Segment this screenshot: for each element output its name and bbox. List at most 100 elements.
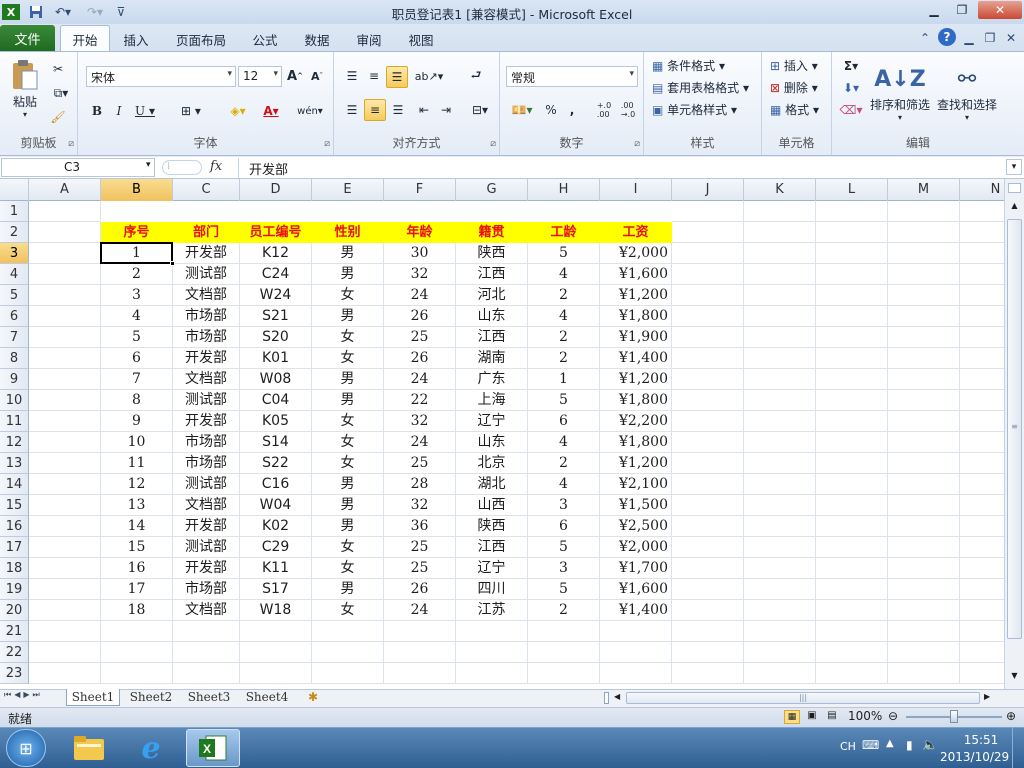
page-break-view-icon[interactable]: ▤: [824, 710, 840, 724]
doc-close-icon[interactable]: ✕: [1004, 29, 1018, 47]
tab-home[interactable]: 开始: [60, 25, 110, 52]
grid-cell[interactable]: [744, 558, 816, 579]
grid-cell[interactable]: [744, 642, 816, 663]
age-cell[interactable]: 26: [384, 579, 456, 600]
dept-cell[interactable]: 市场部: [173, 327, 240, 348]
tray-arrow-icon[interactable]: ▲: [886, 738, 894, 749]
dept-cell[interactable]: 文档部: [173, 600, 240, 621]
gender-cell[interactable]: 男: [312, 516, 384, 537]
grid-cell[interactable]: [816, 201, 888, 222]
column-header[interactable]: M: [888, 179, 960, 201]
emp-id-cell[interactable]: K05: [240, 411, 312, 432]
grid-cell[interactable]: [672, 474, 744, 495]
align-right-icon[interactable]: ☰: [388, 100, 408, 120]
seq-cell[interactable]: 18: [101, 600, 173, 621]
gender-cell[interactable]: 女: [312, 411, 384, 432]
grid-cell[interactable]: [101, 642, 173, 663]
scroll-thumb[interactable]: ≡: [1007, 219, 1022, 639]
row-header[interactable]: 19: [0, 579, 29, 600]
formula-bar-expand-icon[interactable]: ▾: [1006, 159, 1022, 175]
grid-cell[interactable]: [888, 516, 960, 537]
grid-cell[interactable]: [29, 201, 101, 222]
page-layout-view-icon[interactable]: ▣: [804, 710, 820, 724]
seq-cell[interactable]: 8: [101, 390, 173, 411]
grid-cell[interactable]: [888, 663, 960, 684]
tenure-cell[interactable]: 1: [528, 369, 600, 390]
grid-cell[interactable]: [456, 621, 528, 642]
decrease-indent-icon[interactable]: ⇤: [414, 100, 434, 120]
dialog-launcher-icon[interactable]: ⧄: [324, 139, 330, 149]
dept-cell[interactable]: 测试部: [173, 264, 240, 285]
hometown-cell[interactable]: 江西: [456, 327, 528, 348]
underline-button[interactable]: U ▾: [132, 102, 158, 120]
grid-cell[interactable]: [29, 390, 101, 411]
row-header[interactable]: 3: [0, 243, 29, 264]
salary-cell[interactable]: ¥1,800: [600, 432, 672, 453]
keyboard-icon[interactable]: ⌨: [862, 738, 879, 752]
row-header[interactable]: 17: [0, 537, 29, 558]
tab-view[interactable]: 视图: [400, 28, 442, 50]
grid-cell[interactable]: [960, 579, 1004, 600]
column-label[interactable]: 性别: [312, 222, 384, 243]
grid-cell[interactable]: [672, 306, 744, 327]
comma-button[interactable]: ,: [564, 100, 580, 120]
grid-cell[interactable]: [816, 432, 888, 453]
format-painter-icon[interactable]: 🖌: [48, 108, 68, 126]
ribbon-minimize-icon[interactable]: ⌃: [918, 29, 932, 47]
age-cell[interactable]: 24: [384, 432, 456, 453]
grid-cell[interactable]: [888, 495, 960, 516]
grid-cell[interactable]: [384, 621, 456, 642]
grid-cell[interactable]: [672, 201, 744, 222]
row-header[interactable]: 16: [0, 516, 29, 537]
dialog-launcher-icon[interactable]: ⧄: [490, 139, 496, 149]
age-cell[interactable]: 32: [384, 264, 456, 285]
percent-button[interactable]: %: [542, 100, 560, 120]
decrease-decimal-button[interactable]: .00 →.0: [618, 100, 638, 120]
emp-id-cell[interactable]: W24: [240, 285, 312, 306]
tenure-cell[interactable]: 2: [528, 285, 600, 306]
column-label[interactable]: 籍贯: [456, 222, 528, 243]
gender-cell[interactable]: 男: [312, 243, 384, 264]
align-bottom-icon[interactable]: ☰: [386, 66, 408, 88]
emp-id-cell[interactable]: C29: [240, 537, 312, 558]
volume-icon[interactable]: 🔈: [922, 738, 938, 753]
grid-cell[interactable]: [960, 537, 1004, 558]
split-box[interactable]: [1008, 183, 1021, 193]
grid-cell[interactable]: [960, 453, 1004, 474]
grid-cell[interactable]: [744, 306, 816, 327]
grid-cell[interactable]: [816, 285, 888, 306]
age-cell[interactable]: 28: [384, 474, 456, 495]
taskbar-ie[interactable]: e: [124, 729, 178, 767]
salary-total-label[interactable]: [312, 621, 384, 642]
grid-cell[interactable]: [29, 327, 101, 348]
grid-cell[interactable]: [240, 621, 312, 642]
tenure-cell[interactable]: 2: [528, 348, 600, 369]
grid-cell[interactable]: [29, 222, 101, 243]
grid-cell[interactable]: [888, 642, 960, 663]
grid-cell[interactable]: [888, 600, 960, 621]
column-header[interactable]: D: [240, 179, 312, 201]
hometown-cell[interactable]: 上海: [456, 390, 528, 411]
worksheet-grid[interactable]: ABCDEFGHIJKLMN 1 2 3 4 5 6 7 8 9 10 11 12 13 14 15 16 17…: [0, 179, 1004, 689]
clock-time[interactable]: 15:51: [956, 733, 1006, 747]
seq-cell[interactable]: 7: [101, 369, 173, 390]
sheet-tab-2[interactable]: Sheet2: [124, 689, 178, 706]
grid-cell[interactable]: [960, 369, 1004, 390]
gender-cell[interactable]: 女: [312, 453, 384, 474]
grid-cell[interactable]: [173, 642, 240, 663]
restore-icon[interactable]: ❐: [948, 1, 976, 19]
grid-cell[interactable]: [29, 642, 101, 663]
taskbar-excel[interactable]: X: [186, 729, 240, 767]
column-header[interactable]: L: [816, 179, 888, 201]
gender-cell[interactable]: 女: [312, 348, 384, 369]
grid-cell[interactable]: [960, 642, 1004, 663]
clear-icon[interactable]: ⌫▾: [838, 100, 864, 120]
zoom-slider-thumb[interactable]: [950, 710, 958, 723]
grid-cell[interactable]: [960, 600, 1004, 621]
column-label[interactable]: 工资: [600, 222, 672, 243]
tenure-cell[interactable]: 5: [528, 390, 600, 411]
hometown-cell[interactable]: 山东: [456, 432, 528, 453]
scroll-down-icon[interactable]: ▼: [1007, 671, 1022, 685]
grid-cell[interactable]: [672, 600, 744, 621]
tenure-cell[interactable]: 6: [528, 411, 600, 432]
